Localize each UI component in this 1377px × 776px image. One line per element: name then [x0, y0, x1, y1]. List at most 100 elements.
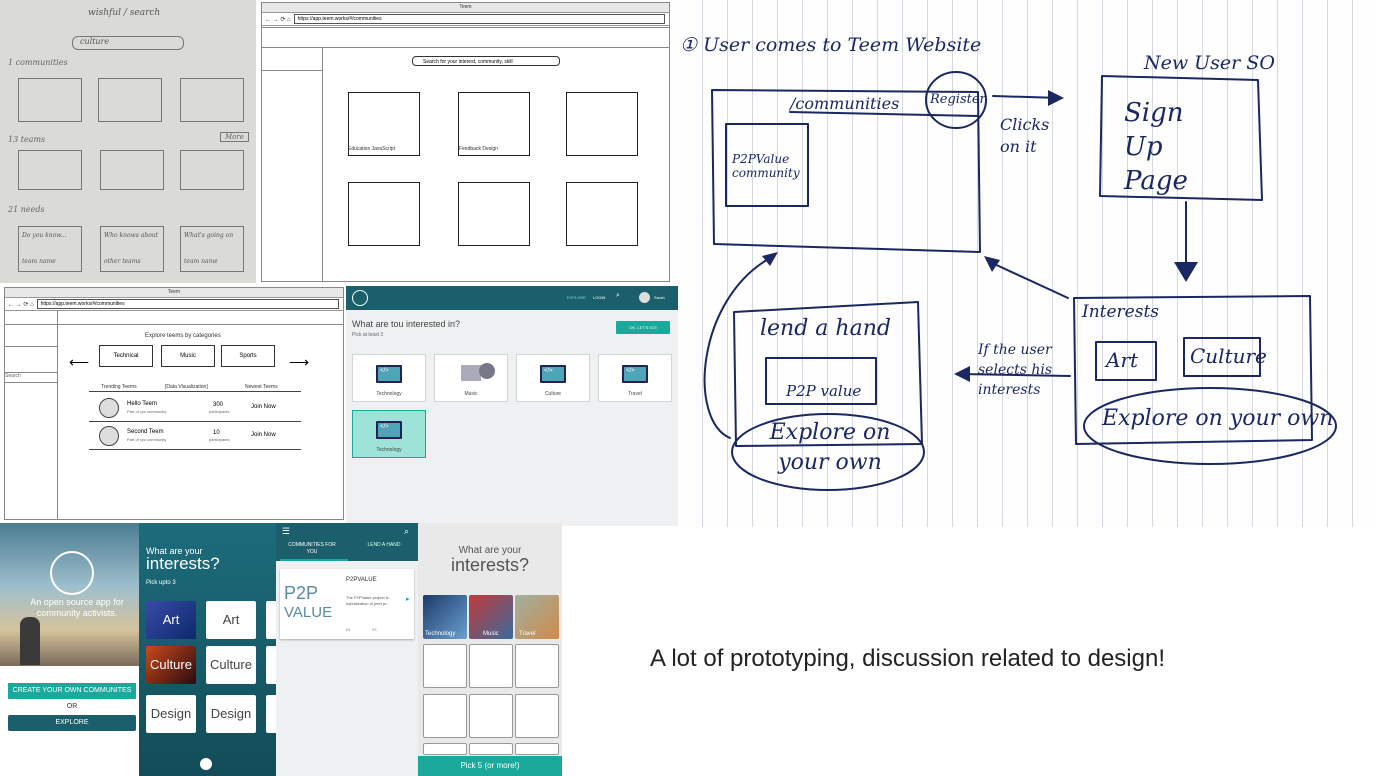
- interest-tile-art-selected[interactable]: Art: [146, 601, 196, 639]
- category-sports[interactable]: Sports: [221, 345, 275, 367]
- card-title: P2PVALUE: [346, 577, 377, 583]
- grid-cell[interactable]: [423, 644, 467, 688]
- arrow-left-icon[interactable]: ⟵: [69, 354, 89, 371]
- nav-login[interactable]: LOGIN: [593, 295, 605, 300]
- flow-communities: /communities: [790, 94, 900, 113]
- or-divider: OR: [66, 703, 78, 710]
- interest-tile-art-partial[interactable]: A: [266, 601, 276, 639]
- grid-cell[interactable]: [469, 644, 513, 688]
- wireframe-tab: Teem: [262, 3, 669, 13]
- join-button[interactable]: Join Now: [251, 404, 276, 410]
- explore-button[interactable]: EXPLORE: [8, 715, 136, 731]
- grid-tile-technology[interactable]: Technology: [423, 595, 467, 639]
- interest-tile-art[interactable]: Art: [206, 601, 256, 639]
- mobile-interests: What are your interests? Pick upto 3 Art…: [139, 523, 276, 776]
- interest-tile-culture[interactable]: Culture: [206, 646, 256, 684]
- community-card[interactable]: P2P VALUE P2PVALUE The P2PValue project …: [280, 569, 414, 639]
- avatar[interactable]: [639, 292, 650, 303]
- url-bar[interactable]: https://app.teem.works/#/communities: [293, 14, 665, 24]
- p2p-logo-top: P2P: [284, 583, 319, 603]
- mobile-interests-grid: What are your interests? Technology Musi…: [418, 523, 562, 776]
- wireframe-search-input[interactable]: Search for your interest, community, ski…: [412, 56, 560, 66]
- pick-five-button[interactable]: Pick 5 (or more!): [418, 756, 562, 776]
- arrow-right-icon[interactable]: ▸: [406, 595, 410, 603]
- grid-cell[interactable]: [515, 743, 559, 755]
- grid-cell[interactable]: [515, 694, 559, 738]
- mobile-landing: An open source app for community activis…: [0, 523, 140, 776]
- pick-hint: Pick at least 3: [352, 332, 384, 338]
- col-newest: Newest Teems: [245, 384, 278, 390]
- table-row[interactable]: Hello Teem Part of xyz community 300 par…: [89, 396, 301, 420]
- interest-tile-culture-selected[interactable]: Culture: [146, 646, 196, 684]
- row-sub: Part of xyz community: [127, 437, 167, 442]
- wireframe2-side-search[interactable]: Search: [5, 372, 57, 383]
- wireframe-communities: Teem ← → ⟳ ⌂ https://app.teem.works/#/co…: [261, 2, 670, 282]
- nav-explore[interactable]: EXPLORE: [567, 295, 586, 300]
- flow-lend-a-hand: lend a hand: [760, 316, 891, 341]
- teem-logo-icon[interactable]: [200, 758, 212, 770]
- flow-clicks-on-it: Clicks on it: [1000, 115, 1050, 156]
- flow-interests: Interests: [1082, 302, 1160, 322]
- grid-cell[interactable]: [469, 743, 513, 755]
- grid-cell[interactable]: [423, 694, 467, 738]
- url-bar[interactable]: https://app.teem.works/#/communities: [36, 299, 339, 309]
- mobile-communities: ☰ ⌕ COMMUNITIES FOR YOU LEND A HAND P2P …: [276, 523, 418, 776]
- teem-logo-icon[interactable]: [352, 290, 368, 306]
- paper-sketch-search: wishful / search culture 1 communities 1…: [0, 0, 256, 283]
- interest-tile-culture[interactable]: Culture: [516, 354, 590, 402]
- flow-explore-right: Explore on your own: [1102, 406, 1334, 431]
- menu-icon[interactable]: ☰: [282, 526, 290, 537]
- tab-lend-a-hand[interactable]: LEND A HAND: [356, 542, 412, 549]
- flow-p2p-community: P2PValue community: [732, 152, 800, 180]
- flow-art: Art: [1106, 348, 1139, 372]
- grid-cell[interactable]: [423, 743, 467, 755]
- sketch-need3: What's going on: [184, 232, 234, 239]
- tab-communities[interactable]: COMMUNITIES FOR YOU: [284, 542, 340, 556]
- grid-cell[interactable]: [515, 644, 559, 688]
- grid-tile-music[interactable]: Music: [469, 595, 513, 639]
- nav-user[interactable]: Sarah: [654, 295, 665, 300]
- grid-tile-travel[interactable]: Travel: [515, 595, 559, 639]
- category-technical[interactable]: Technical: [99, 345, 153, 367]
- col-trending: Trending Teems: [101, 384, 137, 390]
- interest-tile-design-partial[interactable]: D: [266, 695, 276, 733]
- interest-tile-culture-partial[interactable]: C: [266, 646, 276, 684]
- nav-arrows-icon[interactable]: ← → ⟳ ⌂: [5, 301, 37, 308]
- card-stat-teems: 93: [372, 627, 377, 632]
- grid-cell[interactable]: [469, 694, 513, 738]
- wireframe-box1-label: Education JavaScript: [348, 146, 395, 152]
- create-community-button[interactable]: CREATE YOUR OWN COMMUNITES: [8, 683, 136, 699]
- interest-tile-technology[interactable]: Technology: [352, 354, 426, 402]
- search-icon[interactable]: ⌕: [616, 292, 620, 300]
- table-row[interactable]: Second Teem Part of xyz community 10 par…: [89, 424, 301, 448]
- teem-logo-icon: [50, 551, 94, 595]
- interest-tile-design-1[interactable]: Design: [146, 695, 196, 733]
- arrow-right-icon[interactable]: ⟶: [289, 354, 309, 371]
- interests-pick: Pick upto 3: [146, 580, 176, 586]
- sketch-title: wishful / search: [88, 8, 161, 18]
- row-sub: Part of xyz community: [127, 409, 167, 414]
- interest-tile-music[interactable]: Music: [434, 354, 508, 402]
- join-button[interactable]: Join Now: [251, 432, 276, 438]
- sketch-row3-label: 21 needs: [8, 205, 45, 214]
- row-count: 10: [213, 430, 220, 436]
- nav-arrows-icon[interactable]: ← → ⟳ ⌂: [262, 16, 294, 23]
- tile-label: Travel: [519, 631, 536, 637]
- grid-heading: interests?: [450, 555, 530, 575]
- sketch-row2-label: 13 teams: [8, 135, 46, 144]
- slide-caption: A lot of prototyping, discussion related…: [650, 645, 1165, 672]
- wireframe-box2-label: Feedback Design: [459, 146, 498, 152]
- sketch-other-teams: other teams: [104, 258, 141, 265]
- sketch-team-name-3: team name: [184, 258, 218, 265]
- category-music[interactable]: Music: [161, 345, 215, 367]
- sketch-search-text: culture: [80, 37, 110, 46]
- interest-tile-travel[interactable]: Travel: [598, 354, 672, 402]
- search-icon[interactable]: ⌕: [404, 526, 409, 537]
- interests-question: What are tou interested in?: [352, 319, 461, 329]
- p2p-logo-bottom: VALUE: [284, 604, 333, 621]
- interest-tile-selected[interactable]: Technology: [352, 410, 426, 458]
- interest-tile-design-2[interactable]: Design: [206, 695, 256, 733]
- lets-go-button[interactable]: OK, LET'S GO!: [616, 321, 670, 334]
- wireframe2-tab: Teem: [5, 288, 343, 298]
- sketch-need1: Do you know...: [22, 232, 67, 239]
